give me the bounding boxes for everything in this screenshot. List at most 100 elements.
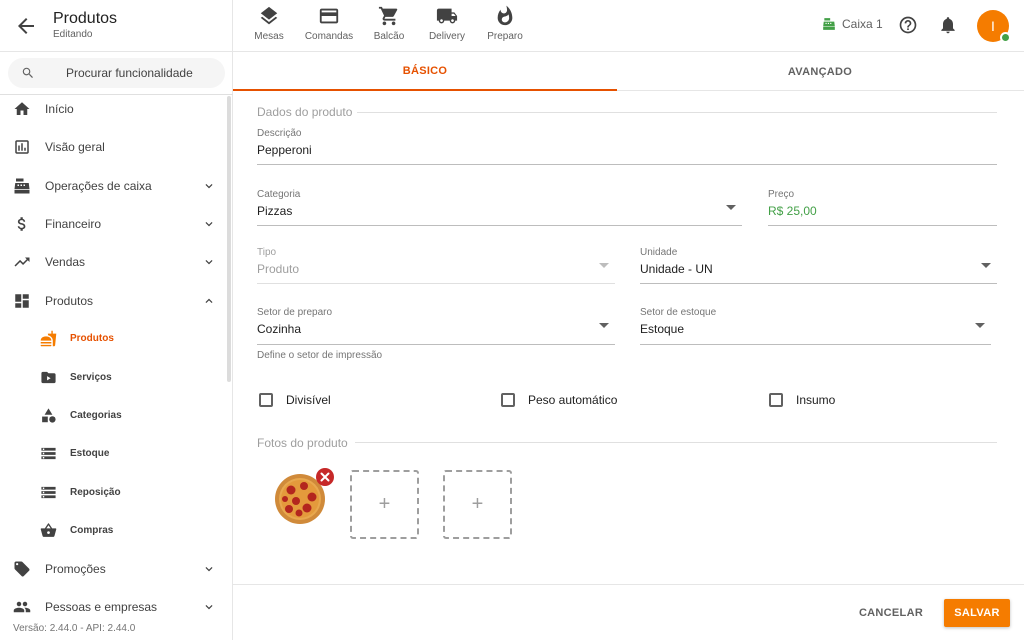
sidebar-subitem-servicos[interactable]: Serviços [0, 358, 226, 396]
add-photo-button[interactable]: + [350, 470, 419, 539]
unit-select[interactable]: Unidade Unidade - UN [640, 247, 997, 284]
sidebar-item-label: Início [45, 102, 74, 117]
sidebar-search [8, 58, 225, 88]
field-underline [257, 344, 615, 345]
sidebar-item-label: Pessoas e empresas [45, 600, 158, 614]
form-footer: CANCELAR SALVAR [233, 584, 1024, 640]
avatar[interactable]: I [977, 10, 1011, 43]
people-icon [13, 601, 31, 613]
chevron-down-icon [205, 183, 213, 189]
dropdown-arrow-icon [599, 323, 609, 328]
description-field[interactable]: Descrição Pepperoni [257, 128, 997, 165]
sidebar-item-vendas[interactable]: Vendas [0, 243, 226, 281]
sidebar-item-operacoes-caixa[interactable]: Operações de caixa [0, 167, 226, 205]
field-underline [640, 283, 997, 284]
tab-basico[interactable]: BÁSICO [233, 52, 617, 91]
sidebar-item-produtos[interactable]: Produtos [0, 281, 226, 319]
header-divider [232, 0, 233, 52]
chevron-down-icon [205, 222, 213, 227]
register-label: Caixa 1 [842, 17, 883, 31]
stock-sector-select[interactable]: Setor de estoque Estoque [640, 307, 991, 345]
bell-icon[interactable] [938, 15, 958, 35]
field-underline [640, 344, 991, 345]
unit-value: Unidade - UN [640, 262, 713, 276]
chevron-down-icon [205, 566, 213, 572]
category-label: Categoria [257, 189, 301, 200]
sidebar-item-label: Visão geral [45, 140, 105, 155]
sidebar-item-label: Vendas [45, 255, 86, 270]
field-underline [257, 164, 997, 165]
category-select[interactable]: Categoria Pizzas [257, 189, 742, 226]
flame-icon [497, 5, 513, 26]
divisible-checkbox[interactable]: Divisível [259, 393, 331, 407]
page-title: Produtos [53, 10, 118, 27]
sidebar-item-label: Reposição [70, 486, 121, 498]
register-status[interactable]: Caixa 1 [822, 17, 883, 31]
prep-sector-label: Setor de preparo [257, 307, 333, 318]
section-title-product: Dados do produto [257, 105, 353, 119]
auto-weight-checkbox[interactable]: Peso automático [501, 393, 617, 407]
sidebar-item-promocoes[interactable]: Promoções [0, 550, 226, 588]
sidebar-item-visao-geral[interactable]: Visão geral [0, 128, 226, 166]
checkbox-box[interactable] [769, 393, 783, 407]
dropdown-arrow-icon [981, 263, 991, 268]
quick-nav-label: Balcão [373, 31, 405, 42]
stock-sector-label: Setor de estoque [640, 307, 717, 318]
sidebar-subitem-produtos[interactable]: Produtos [0, 320, 226, 358]
sidebar-item-label: Promoções [45, 561, 106, 576]
search-input[interactable] [66, 66, 216, 80]
sidebar: Início Visão geral Operações de caixa Fi… [0, 52, 233, 640]
save-button[interactable]: SALVAR [944, 599, 1010, 627]
search-icon [22, 67, 33, 78]
quick-nav-balcao[interactable]: Balcão [360, 5, 418, 43]
sidebar-item-inicio[interactable]: Início [0, 90, 226, 128]
input-material-checkbox[interactable]: Insumo [769, 393, 835, 407]
layers-icon [260, 6, 278, 25]
quick-nav-comandas[interactable]: Comandas [298, 5, 360, 43]
quick-nav: Mesas Comandas Balcão Delivery Preparo [240, 5, 534, 43]
storage-icon [41, 486, 56, 498]
sidebar-subitem-estoque[interactable]: Estoque [0, 435, 226, 473]
main-content: BÁSICO AVANÇADO Dados do produto Descriç… [233, 52, 1024, 640]
quick-nav-mesas[interactable]: Mesas [240, 5, 298, 43]
sidebar-scrollbar[interactable] [227, 96, 231, 382]
cancel-button[interactable]: CANCELAR [851, 599, 931, 627]
help-icon[interactable] [898, 15, 918, 35]
quick-nav-preparo[interactable]: Preparo [476, 5, 534, 43]
sidebar-subitem-compras[interactable]: Compras [0, 511, 226, 549]
sidebar-subitem-categorias[interactable]: Categorias [0, 396, 226, 434]
truck-icon [436, 8, 458, 24]
close-icon [320, 472, 330, 482]
chevron-down-icon [205, 605, 213, 610]
sidebar-item-financeiro[interactable]: Financeiro [0, 205, 226, 243]
dropdown-arrow-icon [599, 263, 609, 268]
section-divider [355, 442, 997, 443]
quick-nav-label: Delivery [428, 31, 466, 42]
sidebar-item-pessoas-empresas[interactable]: Pessoas e empresas [0, 588, 226, 626]
price-value: R$ 25,00 [768, 204, 817, 218]
type-label: Tipo [257, 247, 277, 258]
type-select: Tipo Produto [257, 247, 615, 284]
add-photo-button[interactable]: + [443, 470, 512, 539]
prep-sector-hint: Define o setor de impressão [257, 350, 383, 361]
cart-icon [378, 6, 398, 26]
auto-weight-label: Peso automático [528, 393, 618, 407]
cash-register-icon [823, 18, 835, 30]
dollar-icon [17, 217, 26, 231]
price-field[interactable]: Preço R$ 25,00 [768, 189, 997, 226]
remove-photo-button[interactable] [316, 468, 334, 486]
description-value: Pepperoni [257, 143, 312, 157]
dropdown-arrow-icon [975, 323, 985, 328]
checkbox-box[interactable] [259, 393, 273, 407]
quick-nav-delivery[interactable]: Delivery [418, 5, 476, 43]
tab-avancado[interactable]: AVANÇADO [628, 52, 1012, 91]
sidebar-subitem-reposicao[interactable]: Reposição [0, 473, 226, 511]
sidebar-item-label: Serviços [70, 371, 112, 383]
prep-sector-value: Cozinha [257, 322, 302, 336]
checkbox-box[interactable] [501, 393, 515, 407]
quick-nav-label: Mesas [254, 31, 284, 42]
prep-sector-select[interactable]: Setor de preparo Cozinha [257, 307, 615, 345]
back-arrow-icon[interactable] [14, 14, 38, 38]
dropdown-arrow-icon [726, 205, 736, 210]
stock-sector-value: Estoque [640, 322, 685, 336]
